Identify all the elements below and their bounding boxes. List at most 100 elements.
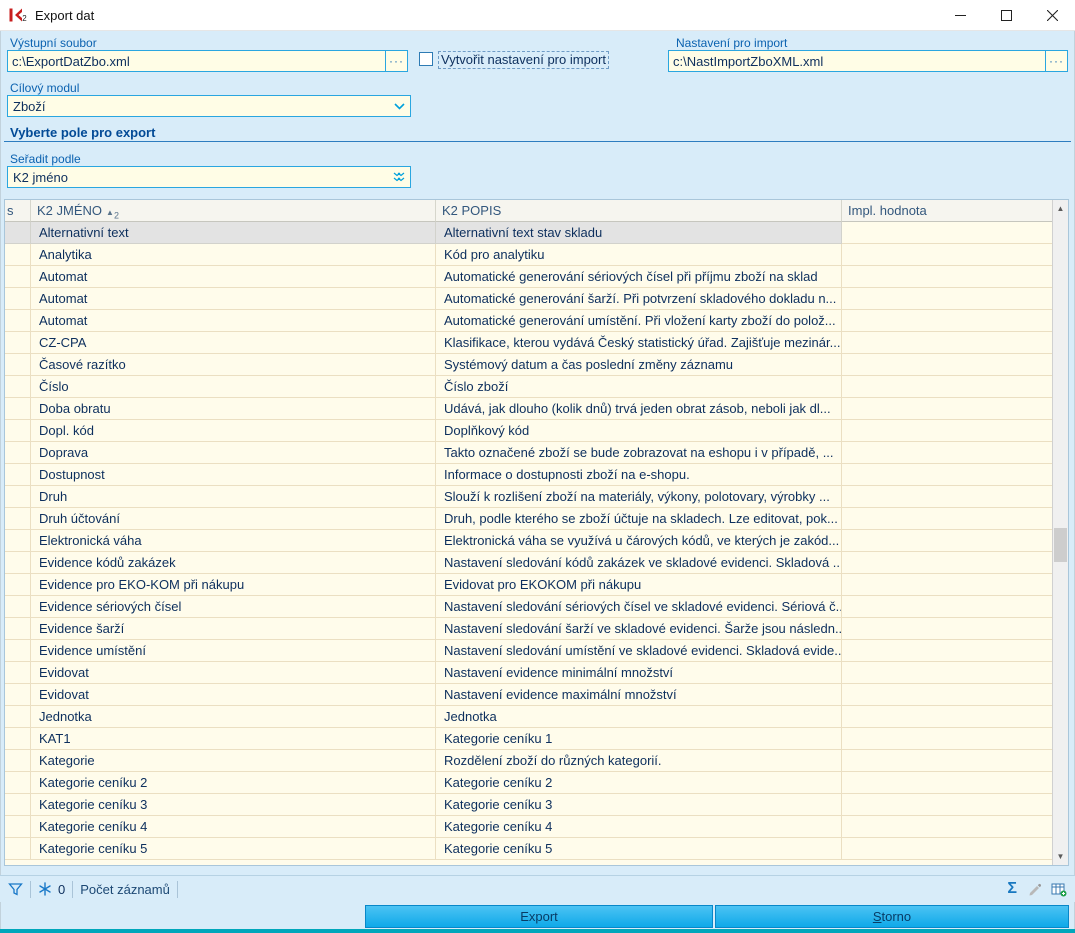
row-field-name: KAT1: [31, 728, 436, 750]
row-impl-value: [842, 596, 1052, 618]
filter-icon[interactable]: [8, 882, 23, 897]
table-row[interactable]: AutomatAutomatické generování sériových …: [5, 266, 1052, 288]
target-module-value: Zboží: [8, 99, 388, 114]
row-select-cell: [5, 376, 31, 398]
import-settings-input[interactable]: [669, 54, 1045, 69]
row-field-desc: Druh, podle kterého se zboží účtuje na s…: [436, 508, 842, 530]
row-field-name: Kategorie ceníku 3: [31, 794, 436, 816]
table-row[interactable]: Evidence šaržíNastavení sledování šarží …: [5, 618, 1052, 640]
sort-order-badge: 2: [114, 211, 119, 221]
create-import-settings-checkbox[interactable]: [419, 52, 433, 66]
table-row[interactable]: AutomatAutomatické generování šarží. Při…: [5, 288, 1052, 310]
row-field-desc: Elektronická váha se využívá u čárových …: [436, 530, 842, 552]
row-field-desc: Nastavení evidence minimální množství: [436, 662, 842, 684]
column-header-select[interactable]: s: [5, 200, 31, 222]
table-row[interactable]: DostupnostInformace o dostupnosti zboží …: [5, 464, 1052, 486]
table-row[interactable]: Doba obratuUdává, jak dlouho (kolik dnů)…: [5, 398, 1052, 420]
maximize-button[interactable]: [983, 0, 1029, 30]
row-select-cell: [5, 750, 31, 772]
column-header-k2-popis[interactable]: K2 POPIS: [436, 200, 842, 222]
scroll-down-icon[interactable]: ▼: [1053, 848, 1068, 865]
table-row[interactable]: Alternativní textAlternativní text stav …: [5, 222, 1052, 244]
row-field-desc: Informace o dostupnosti zboží na e-shopu…: [436, 464, 842, 486]
create-import-settings-label[interactable]: Vytvořit nastavení pro import: [438, 51, 609, 69]
chevron-down-icon[interactable]: [388, 103, 410, 110]
output-file-field[interactable]: ···: [7, 50, 408, 72]
row-select-cell: [5, 684, 31, 706]
table-row[interactable]: Kategorie ceníku 5Kategorie ceníku 5: [5, 838, 1052, 860]
table-row[interactable]: EvidovatNastavení evidence maximální mno…: [5, 684, 1052, 706]
table-row[interactable]: Evidence kódů zakázekNastavení sledování…: [5, 552, 1052, 574]
table-header: s K2 JMÉNO▲2 K2 POPIS Impl. hodnota: [5, 200, 1052, 222]
table-row[interactable]: KategorieRozdělení zboží do různých kate…: [5, 750, 1052, 772]
table-row[interactable]: Elektronická váhaElektronická váha se vy…: [5, 530, 1052, 552]
table-row[interactable]: Evidence pro EKO-KOM při nákupuEvidovat …: [5, 574, 1052, 596]
table-row[interactable]: Kategorie ceníku 3Kategorie ceníku 3: [5, 794, 1052, 816]
row-impl-value: [842, 442, 1052, 464]
output-browse-button[interactable]: ···: [385, 51, 407, 71]
table-row[interactable]: DopravaTakto označené zboží se bude zobr…: [5, 442, 1052, 464]
row-impl-value: [842, 772, 1052, 794]
table-row[interactable]: ČísloČíslo zboží: [5, 376, 1052, 398]
scroll-up-icon[interactable]: ▲: [1053, 200, 1068, 217]
column-header-impl-hodnota[interactable]: Impl. hodnota: [842, 200, 1052, 222]
table-row[interactable]: Evidence umístěníNastavení sledování umí…: [5, 640, 1052, 662]
target-module-select[interactable]: Zboží: [7, 95, 411, 117]
row-select-cell: [5, 640, 31, 662]
row-impl-value: [842, 618, 1052, 640]
row-field-desc: Rozdělení zboží do různých kategorií.: [436, 750, 842, 772]
column-header-k2-jmeno[interactable]: K2 JMÉNO▲2: [31, 200, 436, 222]
table-row[interactable]: Evidence sériových číselNastavení sledov…: [5, 596, 1052, 618]
import-browse-button[interactable]: ···: [1045, 51, 1067, 71]
row-impl-value: [842, 420, 1052, 442]
bottom-accent-strip: [0, 929, 1075, 933]
row-field-desc: Evidovat pro EKOKOM při nákupu: [436, 574, 842, 596]
table-row[interactable]: Dopl. kódDoplňkový kód: [5, 420, 1052, 442]
import-settings-field[interactable]: ···: [668, 50, 1068, 72]
table-export-icon[interactable]: [1051, 882, 1067, 897]
table-row[interactable]: KAT1Kategorie ceníku 1: [5, 728, 1052, 750]
storno-button[interactable]: Storno: [715, 905, 1069, 928]
row-field-name: Kategorie ceníku 2: [31, 772, 436, 794]
row-select-cell: [5, 354, 31, 376]
row-field-desc: Nastavení sledování sériových čísel ve s…: [436, 596, 842, 618]
sort-ascending-icon: ▲: [106, 208, 114, 217]
row-field-name: Evidence pro EKO-KOM při nákupu: [31, 574, 436, 596]
row-field-desc: Kategorie ceníku 5: [436, 838, 842, 860]
row-field-name: CZ-CPA: [31, 332, 436, 354]
row-field-name: Jednotka: [31, 706, 436, 728]
row-field-desc: Alternativní text stav skladu: [436, 222, 842, 244]
close-button[interactable]: [1029, 0, 1075, 30]
table-row[interactable]: Kategorie ceníku 2Kategorie ceníku 2: [5, 772, 1052, 794]
export-button[interactable]: Export: [365, 905, 713, 928]
table-row[interactable]: Časové razítkoSystémový datum a čas posl…: [5, 354, 1052, 376]
row-field-name: Doba obratu: [31, 398, 436, 420]
minimize-button[interactable]: [937, 0, 983, 30]
output-file-label: Výstupní soubor: [10, 36, 97, 50]
row-impl-value: [842, 508, 1052, 530]
row-field-name: Evidence sériových čísel: [31, 596, 436, 618]
row-select-cell: [5, 596, 31, 618]
sort-by-select[interactable]: K2 jméno: [7, 166, 411, 188]
double-chevron-down-icon[interactable]: [388, 172, 410, 183]
table-row[interactable]: AnalytikaKód pro analytiku: [5, 244, 1052, 266]
row-impl-value: [842, 486, 1052, 508]
row-field-desc: Číslo zboží: [436, 376, 842, 398]
sum-icon[interactable]: Σ: [1007, 880, 1017, 898]
table-row[interactable]: DruhSlouží k rozlišení zboží na materiál…: [5, 486, 1052, 508]
scrollbar-thumb[interactable]: [1054, 528, 1067, 562]
row-select-cell: [5, 618, 31, 640]
row-select-cell: [5, 816, 31, 838]
table-row[interactable]: AutomatAutomatické generování umístění. …: [5, 310, 1052, 332]
table-row[interactable]: Druh účtováníDruh, podle kterého se zbož…: [5, 508, 1052, 530]
table-row[interactable]: Kategorie ceníku 4Kategorie ceníku 4: [5, 816, 1052, 838]
vertical-scrollbar[interactable]: ▲ ▼: [1052, 200, 1068, 865]
table-row[interactable]: CZ-CPAKlasifikace, kterou vydává Český s…: [5, 332, 1052, 354]
row-field-name: Evidence kódů zakázek: [31, 552, 436, 574]
snowflake-icon[interactable]: [38, 882, 52, 896]
table-row[interactable]: JednotkaJednotka: [5, 706, 1052, 728]
table-row[interactable]: EvidovatNastavení evidence minimální mno…: [5, 662, 1052, 684]
row-select-cell: [5, 244, 31, 266]
pencil-icon[interactable]: [1027, 882, 1041, 896]
output-file-input[interactable]: [8, 54, 385, 69]
